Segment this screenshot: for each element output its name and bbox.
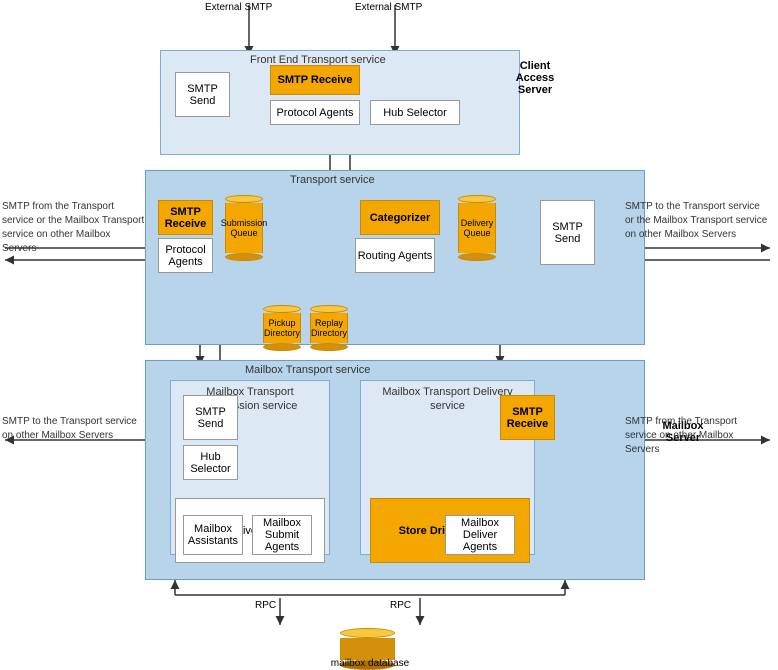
mailbox-database-label: mailbox database bbox=[315, 658, 425, 669]
fe-smtp-send-box: SMTP Send bbox=[175, 72, 230, 117]
submission-queue-bottom bbox=[225, 253, 263, 261]
submission-queue-label: Submission Queue bbox=[221, 218, 268, 238]
mb-smtp-send-box: SMTP Send bbox=[183, 395, 238, 440]
mailbox-deliver-agents-box: Mailbox Deliver Agents bbox=[445, 515, 515, 555]
routing-agents-box: Routing Agents bbox=[355, 238, 435, 273]
delivery-queue-label: Delivery Queue bbox=[461, 218, 494, 238]
fe-protocol-agents-label: Protocol Agents bbox=[276, 107, 353, 119]
mailbox-transport-label: Mailbox Transport service bbox=[245, 364, 370, 376]
replay-directory: Replay Directory bbox=[310, 305, 348, 351]
smtp-from-right-label: SMTP from the Transport service on other… bbox=[625, 415, 770, 457]
fe-smtp-receive-box: SMTP Receive bbox=[270, 65, 360, 95]
submission-queue-body: Submission Queue bbox=[225, 203, 263, 253]
smtp-to-right-label: SMTP to the Transport service or the Mai… bbox=[625, 200, 770, 242]
replay-dir-body: Replay Directory bbox=[310, 313, 348, 343]
ts-smtp-send-box: SMTP Send bbox=[540, 200, 595, 265]
mb-smtp-send-label: SMTP Send bbox=[184, 406, 237, 430]
external-smtp-2-label: External SMTP bbox=[355, 2, 422, 13]
rpc-left-label: RPC bbox=[255, 600, 276, 611]
ts-smtp-receive-label: SMTP Receive bbox=[159, 206, 212, 230]
categorizer-label: Categorizer bbox=[370, 212, 431, 224]
submission-queue-top bbox=[225, 195, 263, 203]
ts-protocol-agents-box: Protocol Agents bbox=[158, 238, 213, 273]
ts-smtp-send-label: SMTP Send bbox=[541, 221, 594, 245]
pickup-dir-top bbox=[263, 305, 301, 313]
fe-hub-selector-box: Hub Selector bbox=[370, 100, 460, 125]
smtp-to-left-label: SMTP to the Transport service on other M… bbox=[2, 415, 147, 443]
mb-hub-selector-box: Hub Selector bbox=[183, 445, 238, 480]
delivery-queue-bottom bbox=[458, 253, 496, 261]
db-top bbox=[340, 628, 395, 638]
smtp-from-left-label: SMTP from the Transport service or the M… bbox=[2, 200, 147, 256]
transport-label: Transport service bbox=[290, 174, 375, 186]
mailbox-assistants-label: Mailbox Assistants bbox=[184, 523, 242, 547]
mailbox-delivery-service-label: Mailbox Transport Delivery service bbox=[375, 385, 520, 414]
ts-smtp-receive-box: SMTP Receive bbox=[158, 200, 213, 235]
rpc-right-label: RPC bbox=[390, 600, 411, 611]
fe-smtp-send-label: SMTP Send bbox=[176, 83, 229, 107]
delivery-queue-body: Delivery Queue bbox=[458, 203, 496, 253]
ts-protocol-agents-label: Protocol Agents bbox=[159, 244, 212, 268]
replay-directory-label: Replay Directory bbox=[311, 318, 347, 338]
mailbox-submit-agents-label: Mailbox Submit Agents bbox=[253, 517, 311, 553]
mailbox-submit-agents-box: Mailbox Submit Agents bbox=[252, 515, 312, 555]
pickup-directory-label: Pickup Directory bbox=[264, 318, 300, 338]
mb-smtp-receive-box: SMTP Receive bbox=[500, 395, 555, 440]
fe-hub-selector-label: Hub Selector bbox=[383, 107, 447, 119]
fe-smtp-receive-label: SMTP Receive bbox=[277, 74, 352, 86]
categorizer-box: Categorizer bbox=[360, 200, 440, 235]
external-smtp-1-label: External SMTP bbox=[205, 2, 272, 13]
db-body bbox=[340, 638, 395, 660]
mb-hub-selector-label: Hub Selector bbox=[184, 451, 237, 475]
submission-queue: Submission Queue bbox=[225, 195, 263, 261]
replay-dir-bottom bbox=[310, 343, 348, 351]
delivery-queue: Delivery Queue bbox=[458, 195, 496, 261]
replay-dir-top bbox=[310, 305, 348, 313]
mb-smtp-receive-label: SMTP Receive bbox=[501, 406, 554, 430]
mailbox-assistants-box: Mailbox Assistants bbox=[183, 515, 243, 555]
routing-agents-label: Routing Agents bbox=[358, 250, 433, 262]
pickup-dir-body: Pickup Directory bbox=[263, 313, 301, 343]
delivery-queue-top bbox=[458, 195, 496, 203]
diagram: External SMTP External SMTP Front End Tr… bbox=[0, 0, 778, 663]
client-access-server-badge: Client Access Server bbox=[505, 60, 565, 96]
fe-protocol-agents-box: Protocol Agents bbox=[270, 100, 360, 125]
pickup-directory: Pickup Directory bbox=[263, 305, 301, 351]
mailbox-deliver-agents-label: Mailbox Deliver Agents bbox=[446, 517, 514, 553]
pickup-dir-bottom bbox=[263, 343, 301, 351]
